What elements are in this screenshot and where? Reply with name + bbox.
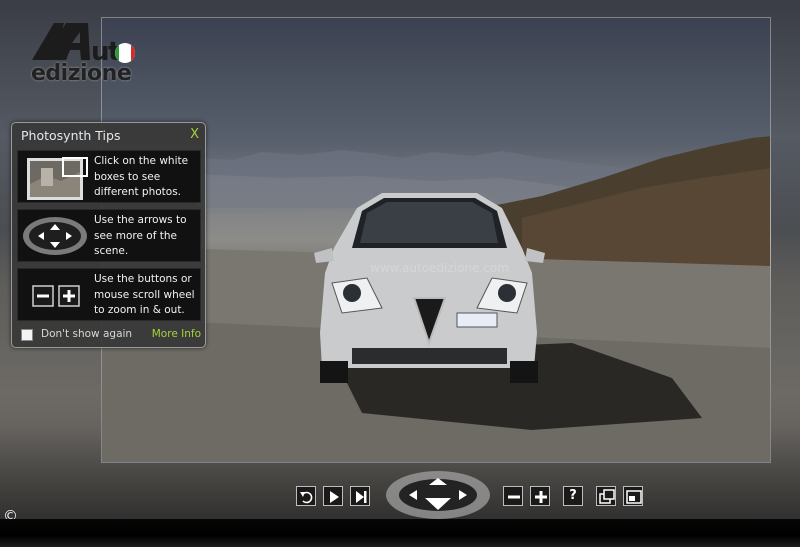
tip-row-arrows: Use the arrows to see more of the scene. [17,209,201,262]
autoedizione-logo: u t edizione [30,20,140,90]
overlay-icon [599,489,615,504]
dont-show-checkbox[interactable] [21,329,33,341]
tip-row-zoom: Use the buttons or mouse scroll wheel to… [17,268,201,321]
play-button[interactable] [323,486,343,506]
tip-row-photos: Click on the white boxes to see differen… [17,150,201,203]
arrows-pad-icon [23,217,87,255]
overlay-button[interactable] [596,486,616,506]
navigation-pad[interactable] [385,470,491,520]
zoom-out-icon [508,495,520,499]
undo-icon [300,491,313,504]
tip-text-zoom: Use the buttons or mouse scroll wheel to… [94,273,195,316]
help-button[interactable]: ? [563,486,583,506]
bottom-strip [0,519,800,547]
zoom-buttons-icon [32,285,80,307]
logo-subtitle: edizione [31,61,132,86]
zoom-in-icon [535,491,547,503]
bottom-toolbar: ? [0,470,800,520]
more-info-link[interactable]: More Info [152,328,201,340]
tips-close-button[interactable]: X [190,127,199,142]
tips-footer: Don't show again More Info [21,328,201,344]
fullscreen-button[interactable] [623,486,643,506]
watermark: www.autoedizione.com [370,261,509,275]
zoom-in-button[interactable] [530,486,550,506]
photosynth-viewer[interactable]: www.autoedizione.com u t edizione Photos… [0,0,800,547]
photo-thumbnail-icon [27,157,88,200]
next-button[interactable] [350,486,370,506]
tip-text-arrows: Use the arrows to see more of the scene. [94,214,187,257]
arrows-pad-icon [386,471,490,519]
photosynth-tips-panel: Photosynth Tips X Click on the white box… [11,122,206,348]
zoom-out-button[interactable] [503,486,523,506]
dont-show-label: Don't show again [41,328,133,340]
fullscreen-icon [626,490,642,504]
logo-mark-icon: u t [32,23,135,67]
tips-title: Photosynth Tips [21,128,121,143]
play-icon [330,491,339,503]
tip-text-photos: Click on the white boxes to see differen… [94,155,189,198]
next-icon [356,491,367,503]
undo-button[interactable] [296,486,316,506]
